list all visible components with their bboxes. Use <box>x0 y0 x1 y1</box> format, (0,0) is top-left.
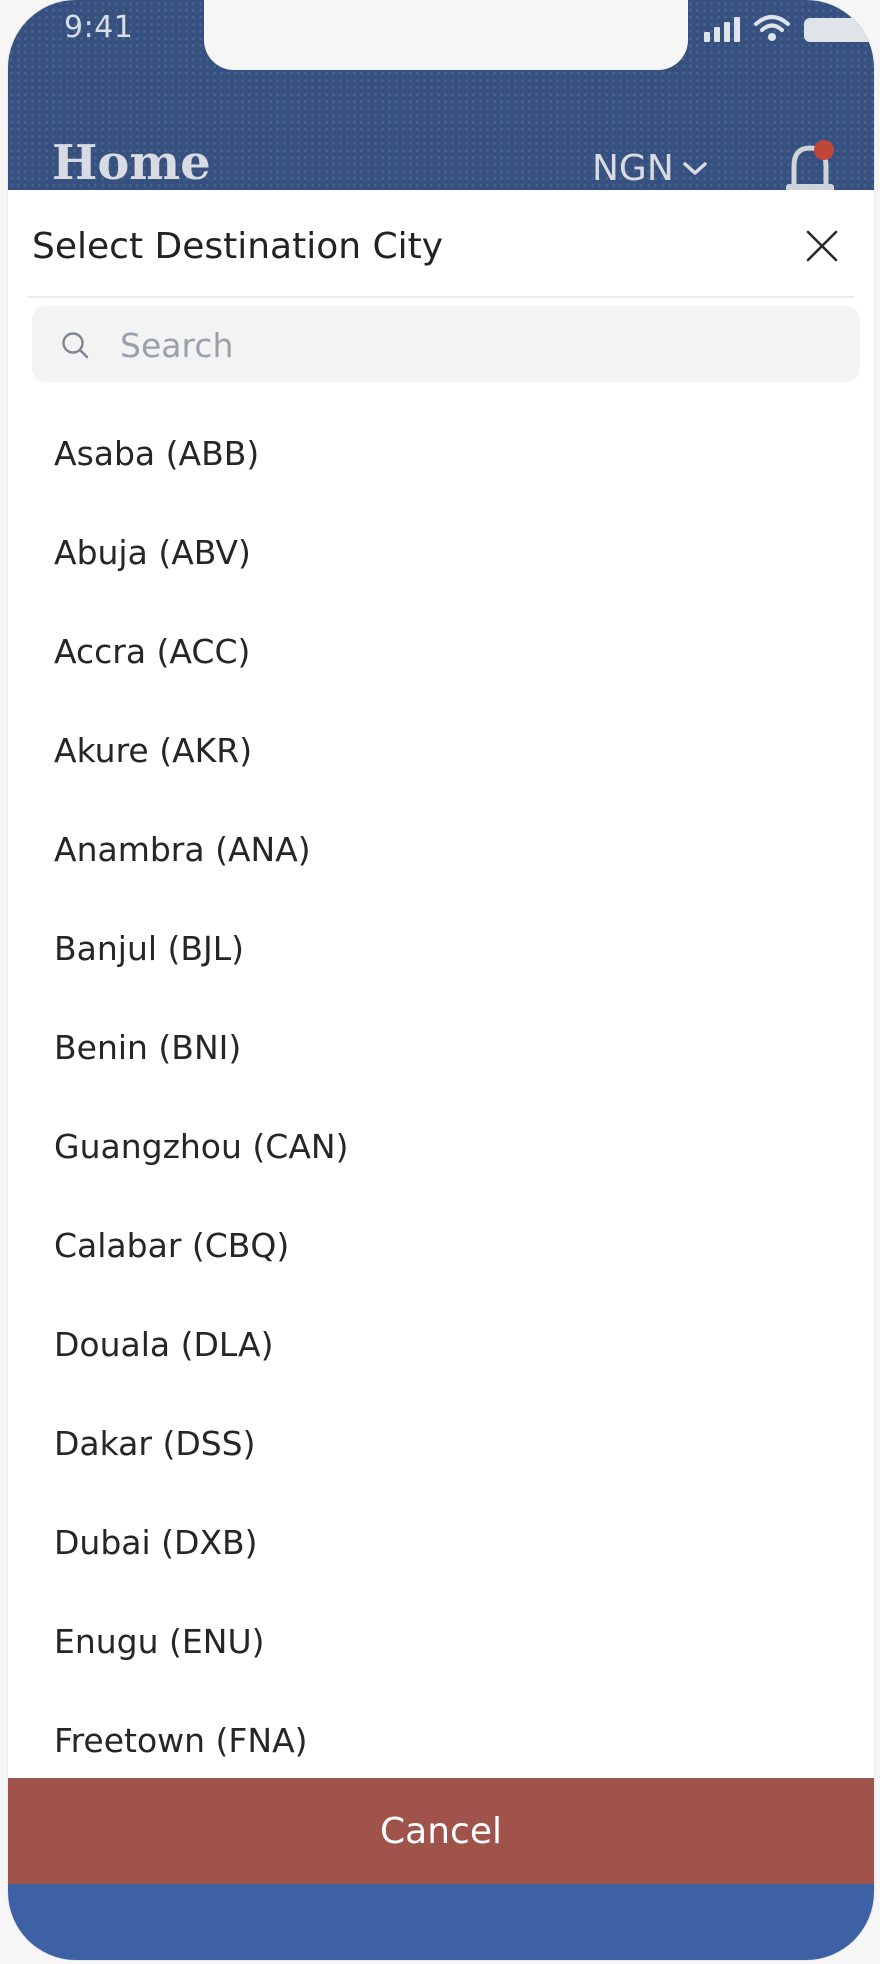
modal-title: Select Destination City <box>32 226 444 267</box>
city-option[interactable]: Abuja (ABV) <box>8 503 874 602</box>
city-option[interactable]: Enugu (ENU) <box>8 1592 874 1691</box>
city-option[interactable]: Freetown (FNA) <box>8 1691 874 1778</box>
city-option[interactable]: Benin (BNI) <box>8 998 874 1097</box>
search-icon <box>62 332 89 359</box>
status-time: 9:41 <box>64 10 134 45</box>
city-option[interactable]: Accra (ACC) <box>8 602 874 701</box>
city-option[interactable]: Akure (AKR) <box>8 701 874 800</box>
notification-dot <box>814 140 834 160</box>
city-option[interactable]: Dakar (DSS) <box>8 1394 874 1493</box>
chevron-down-icon <box>683 161 707 175</box>
destination-city-modal: Select Destination City Asaba (ABB)Abuja… <box>8 190 874 1778</box>
close-icon[interactable] <box>802 226 842 266</box>
modal-header: Select Destination City <box>8 190 874 294</box>
phone-screen: Home NGN 9:41 Select Destination City Se… <box>8 0 874 1960</box>
status-icons <box>704 12 874 42</box>
city-option[interactable]: Anambra (ANA) <box>8 800 874 899</box>
signal-icon <box>704 17 740 42</box>
status-bar: 9:41 <box>8 0 874 70</box>
notch <box>204 0 688 70</box>
city-option[interactable]: Calabar (CBQ) <box>8 1196 874 1295</box>
page-title: Home <box>52 135 211 191</box>
city-option[interactable]: Douala (DLA) <box>8 1295 874 1394</box>
city-option[interactable]: Asaba (ABB) <box>8 404 874 503</box>
city-list: Asaba (ABB) Abuja (ABV) Accra (ACC) Akure (… <box>8 404 874 1778</box>
header-divider <box>28 296 854 298</box>
currency-label: NGN <box>592 148 674 189</box>
currency-selector[interactable]: NGN <box>592 148 708 189</box>
bottom-bar <box>8 1884 874 1960</box>
wifi-icon <box>754 15 790 41</box>
city-option[interactable]: Guangzhou (CAN) <box>8 1097 874 1196</box>
battery-icon <box>804 18 874 42</box>
city-option[interactable]: Banjul (BJL) <box>8 899 874 998</box>
city-option[interactable]: Dubai (DXB) <box>8 1493 874 1592</box>
cancel-button[interactable]: Cancel <box>8 1778 874 1884</box>
search-bar <box>32 306 860 384</box>
search-input[interactable] <box>118 306 822 384</box>
